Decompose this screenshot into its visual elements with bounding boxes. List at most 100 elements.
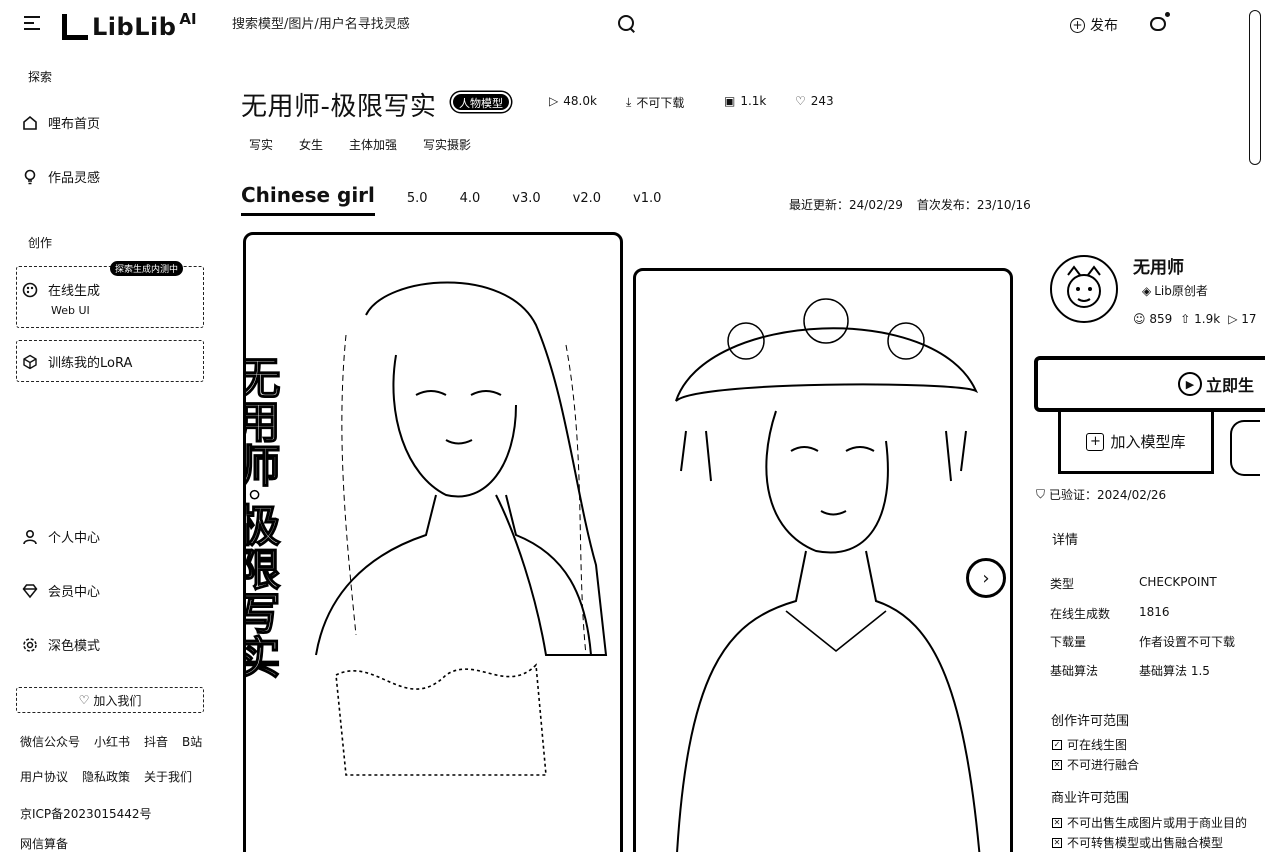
stat-likes[interactable]: ♡ 243: [795, 94, 834, 108]
sidebar-item-dark-mode[interactable]: 深色模式: [22, 635, 100, 654]
sidebar-item-train-lora[interactable]: 训练我的LoRA: [22, 352, 132, 371]
footer-link[interactable]: 抖音: [144, 733, 168, 750]
section-explore: 探索: [28, 70, 53, 84]
preview-image-2[interactable]: [633, 268, 1013, 852]
tab-version[interactable]: v3.0: [512, 191, 540, 206]
heart-icon: ♡: [78, 693, 90, 707]
online-gen-sub: Web UI: [51, 304, 90, 317]
sidebar-item-member[interactable]: 会员中心: [22, 581, 100, 600]
detail-value: CHECKPOINT: [1139, 575, 1217, 589]
beta-badge: 探索生成内测中: [110, 261, 184, 276]
diamond-icon: ◈: [1142, 283, 1152, 298]
tab-version[interactable]: 5.0: [407, 191, 428, 206]
last-updated: 最近更新：24/02/29: [789, 198, 903, 212]
license-item: ✕ 不可进行融合: [1052, 756, 1139, 773]
next-image-button[interactable]: ›: [966, 558, 1006, 598]
add-library-label: 加入模型库: [1110, 433, 1186, 451]
plus-circle-icon: +: [1070, 17, 1085, 33]
tag[interactable]: 主体加强: [349, 136, 397, 153]
logo-text: LibLib: [92, 13, 177, 41]
cross-icon: ✕: [1052, 759, 1062, 770]
sidebar-item-home[interactable]: 哩布首页: [22, 113, 100, 132]
run-now-button[interactable]: ▶ 立即生: [1034, 356, 1265, 412]
sidebar-item-label: 哩布首页: [48, 117, 101, 132]
detail-value: 1816: [1139, 605, 1170, 619]
play-icon: ▷: [1228, 312, 1238, 326]
footer-link[interactable]: 微信公众号: [20, 733, 80, 750]
verified-date: ⛉ 已验证：2024/02/26: [1036, 486, 1166, 503]
sidebar-item-label: 深色模式: [48, 639, 101, 654]
tag[interactable]: 女生: [299, 136, 323, 153]
sidebar-item-online-gen[interactable]: 在线生成: [22, 280, 100, 299]
footer-link[interactable]: B站: [182, 733, 202, 750]
sidebar-item-label: 在线生成: [48, 284, 101, 299]
preview-image-1[interactable]: 无用师·极限写实: [243, 232, 623, 852]
author-name[interactable]: 无用师: [1133, 253, 1184, 278]
join-us-button[interactable]: ♡ 加入我们: [16, 687, 204, 713]
cross-icon: ✕: [1052, 817, 1062, 828]
stat-images: ▣ 1.1k: [724, 94, 766, 108]
tab-version[interactable]: 4.0: [460, 191, 481, 206]
stat-value: 243: [810, 94, 834, 108]
license-item: ✓ 可在线生图: [1052, 736, 1127, 753]
stat-value: 1.1k: [740, 94, 767, 108]
license-label: 不可转售模型或出售融合模型: [1067, 836, 1224, 850]
play-circle-icon: ▶: [1178, 372, 1202, 396]
gear-icon: [22, 637, 38, 653]
model-dates: 最近更新：24/02/29 首次发布：23/10/16: [789, 196, 1031, 213]
top-bar: LibLib AI + 发布: [0, 0, 1265, 165]
license-label: 可在线生图: [1067, 738, 1128, 752]
author-avatar[interactable]: [1050, 255, 1118, 323]
menu-icon[interactable]: [24, 16, 40, 30]
side-toggle[interactable]: [1230, 420, 1260, 476]
footer-link[interactable]: 用户协议: [20, 768, 68, 785]
stat-value: 17: [1241, 312, 1257, 326]
author-badge: ◈ Lib原创者: [1142, 282, 1208, 299]
avatar-illustration: [1067, 265, 1101, 308]
scrollbar[interactable]: [1249, 10, 1261, 165]
play-icon: ▷: [549, 94, 559, 108]
footer-link[interactable]: 隐私政策: [82, 768, 130, 785]
search-input[interactable]: [226, 16, 618, 32]
algo-filing[interactable]: 网信算备: [20, 835, 68, 852]
home-icon: [22, 115, 38, 131]
cube-icon: [22, 354, 38, 370]
sidebar-item-inspiration[interactable]: 作品灵感: [22, 167, 100, 186]
stat-value: 不可下载: [636, 96, 685, 110]
tab-version[interactable]: v1.0: [633, 191, 661, 206]
tag[interactable]: 写实摄影: [423, 136, 471, 153]
check-icon: ✓: [1052, 739, 1062, 750]
tab-active-version[interactable]: Chinese girl: [241, 183, 375, 216]
verified-label: 已验证：2024/02/26: [1049, 488, 1167, 502]
license-label: 不可出售生成图片或用于商业目的: [1067, 816, 1248, 830]
sidebar-item-label: 个人中心: [48, 531, 101, 546]
image-icon: ▣: [724, 94, 736, 108]
license-item: ✕ 不可转售模型或出售融合模型: [1052, 834, 1223, 851]
search-icon[interactable]: [618, 15, 636, 33]
footer-link[interactable]: 小红书: [94, 733, 130, 750]
footer-link[interactable]: 关于我们: [144, 768, 192, 785]
notification-dot: [1165, 12, 1170, 17]
diamond-icon: [22, 583, 38, 599]
detail-key: 下载量: [1050, 635, 1087, 649]
icp-number[interactable]: 京ICP备2023015442号: [20, 805, 152, 822]
detail-key: 类型: [1050, 577, 1075, 591]
tab-version[interactable]: v2.0: [573, 191, 601, 206]
message-icon[interactable]: [1150, 17, 1166, 31]
logo-mark: [62, 14, 88, 40]
sidebar: 探索 哩布首页 作品灵感 创作 探索生成内测中 在线生成 Web UI 训练我的…: [0, 50, 220, 852]
models-stat: ▷ 17: [1228, 312, 1256, 326]
publish-button[interactable]: + 发布: [1070, 15, 1118, 35]
add-to-library-button[interactable]: + 加入模型库: [1058, 412, 1214, 474]
tag[interactable]: 写实: [249, 136, 273, 153]
run-label: 立即生: [1206, 376, 1255, 395]
first-published: 首次发布：23/10/16: [916, 198, 1031, 212]
sidebar-item-label: 作品灵感: [48, 171, 101, 186]
model-type-badge: 人物模型: [451, 92, 511, 112]
user-icon: [22, 529, 38, 545]
search-bar: [226, 8, 636, 40]
sidebar-item-personal[interactable]: 个人中心: [22, 527, 100, 546]
section-create: 创作: [28, 236, 53, 250]
logo[interactable]: LibLib AI: [62, 10, 197, 40]
publish-label: 发布: [1090, 18, 1118, 34]
